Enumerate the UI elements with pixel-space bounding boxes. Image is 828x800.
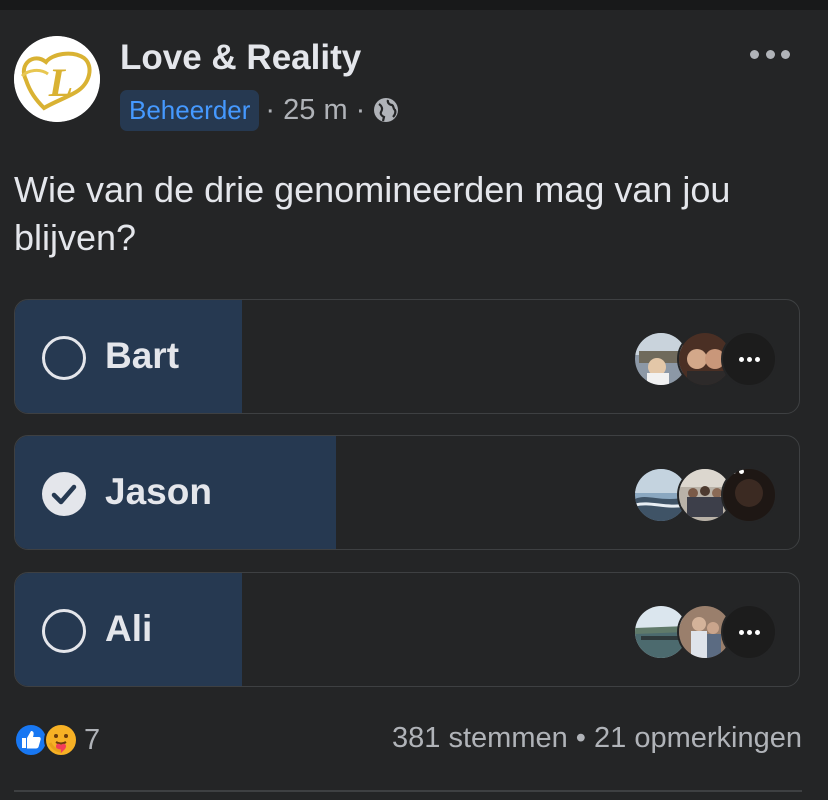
more-dot — [781, 49, 790, 59]
svg-text:L: L — [48, 60, 73, 105]
globe-icon[interactable] — [373, 97, 399, 123]
poll-option[interactable]: Ali — [14, 572, 800, 687]
more-voters-icon — [723, 469, 775, 474]
like-icon — [14, 723, 48, 757]
status-bar-strip — [0, 0, 828, 10]
post-stats: 381 stemmen • 21 opmerkingen — [392, 722, 802, 755]
role-badge: Beheerder — [120, 89, 260, 131]
post-timestamp[interactable]: · 25 m · — [265, 94, 365, 127]
stats-separator: • — [575, 722, 586, 754]
poll-question: Wie van de drie genomineerden mag van jo… — [14, 169, 731, 258]
love-reality-logo: L — [14, 36, 100, 122]
divider — [14, 790, 802, 792]
poll-option[interactable]: Jason — [14, 435, 800, 550]
post-meta: Beheerder · 25 m · — [120, 89, 399, 131]
page-name[interactable]: Love & Reality — [120, 38, 361, 78]
more-voters-icon[interactable] — [721, 331, 777, 387]
poll-option[interactable]: Bart — [14, 299, 800, 414]
poll-option-label: Bart — [105, 335, 180, 376]
more-options-button[interactable] — [750, 44, 790, 64]
votes-count[interactable]: 381 stemmen — [392, 722, 568, 754]
voter-avatar[interactable] — [721, 467, 777, 523]
reactions-summary[interactable]: 7 — [14, 720, 100, 760]
more-voters-icon[interactable] — [721, 604, 777, 660]
checkmark-icon[interactable] — [42, 472, 86, 516]
radio-button-unchecked[interactable] — [42, 609, 86, 653]
post-footer: 7 381 stemmen • 21 opmerkingen — [14, 716, 802, 762]
care-icon — [44, 723, 78, 757]
voter-avatars[interactable] — [633, 604, 777, 660]
poll-option-label: Jason — [105, 471, 212, 512]
post-header: L Love & Reality Beheerder · 25 m · — [14, 36, 814, 136]
more-horizontal-icon — [750, 49, 759, 59]
more-dot — [765, 49, 775, 59]
page-avatar[interactable]: L — [14, 36, 100, 122]
poll-option-label: Ali — [105, 608, 153, 649]
voter-avatars[interactable] — [633, 467, 777, 523]
voter-avatars[interactable] — [633, 331, 777, 387]
reaction-count: 7 — [84, 723, 101, 756]
radio-button-unchecked[interactable] — [42, 336, 86, 380]
comments-count[interactable]: 21 opmerkingen — [594, 722, 802, 754]
